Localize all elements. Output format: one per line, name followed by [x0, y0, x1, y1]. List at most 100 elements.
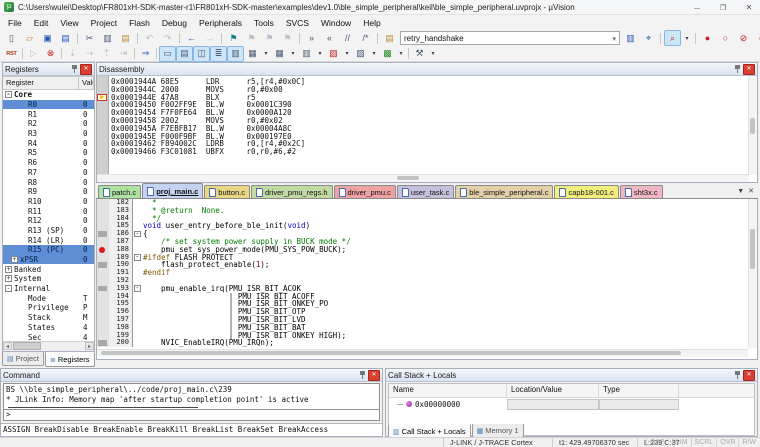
code-text[interactable]: #ifdef FLASH_PROTECT	[143, 254, 757, 262]
register-row[interactable]: R6 0	[3, 158, 94, 168]
menu-svcs[interactable]: SVCS	[280, 17, 315, 29]
breakpoint-margin[interactable]	[97, 324, 109, 332]
find-in-files-button[interactable]: ▤	[381, 30, 398, 46]
editor-line[interactable]: 192	[97, 277, 757, 285]
analysis-window-button[interactable]: ▧	[325, 46, 342, 62]
pin-icon[interactable]	[734, 65, 741, 73]
copy-button[interactable]: ▥	[99, 30, 116, 46]
register-row[interactable]: R5 0	[3, 148, 94, 158]
fold-marker-icon[interactable]	[133, 293, 143, 301]
fold-marker-icon[interactable]	[133, 277, 143, 285]
menu-help[interactable]: Help	[357, 17, 386, 29]
paste-button[interactable]: ▤	[117, 30, 134, 46]
insert-breakpoint-button[interactable]: ●	[699, 30, 716, 46]
pin-icon[interactable]	[734, 371, 741, 379]
editor-line[interactable]: 185 void user_entry_before_ble_init(void…	[97, 222, 757, 230]
kill-breakpoints-button[interactable]: ⊘	[735, 30, 752, 46]
register-row[interactable]: R11 0	[3, 206, 94, 216]
register-row[interactable]: Privilege P	[3, 303, 94, 313]
comment-button[interactable]: //	[339, 30, 356, 46]
close-file-icon[interactable]: ✕	[748, 187, 754, 195]
command-input[interactable]: >	[3, 410, 380, 421]
binoculars-find-button[interactable]: ⌖	[640, 30, 657, 46]
step-out-button[interactable]: ⇡	[98, 46, 115, 62]
scroll-right-icon[interactable]: ▸	[85, 342, 94, 350]
prev-bookmark-button[interactable]: ⚑	[243, 30, 260, 46]
register-row[interactable]: R13 (SP) 0	[3, 226, 94, 236]
tab-driver-pmu-c[interactable]: driver_pmu.c	[334, 185, 396, 198]
register-row[interactable]: Stack M	[3, 313, 94, 323]
column-header-name[interactable]: Name	[389, 384, 507, 397]
code-text[interactable]: | PMU_ISR_BIT_ONKEY_PO	[143, 300, 757, 308]
code-text[interactable]: *	[143, 199, 757, 207]
code-text[interactable]: */	[143, 215, 757, 223]
fold-marker-icon[interactable]	[133, 300, 143, 308]
code-text[interactable]: NVIC_EnableIRQ(PMU_IRQn);	[143, 339, 757, 347]
register-row[interactable]: R1 0	[3, 109, 94, 119]
fold-marker-icon[interactable]	[133, 316, 143, 324]
disable-breakpoints-button[interactable]: ●	[753, 30, 760, 46]
breakpoint-margin[interactable]	[97, 230, 109, 238]
system-viewer-button[interactable]: ▩	[379, 46, 396, 62]
reset-button[interactable]: RST	[3, 46, 20, 62]
fold-marker-icon[interactable]	[133, 207, 143, 215]
save-all-button[interactable]: ▤	[57, 30, 74, 46]
fold-marker-icon[interactable]	[133, 254, 143, 262]
disassembly-line[interactable]: 0x00019466 F3C01081 UBFX r0,r0,#6,#2	[111, 148, 748, 156]
editor-line[interactable]: 194 | PMU_ISR_BIT_ACOFF	[97, 293, 757, 301]
search-button[interactable]: ▥	[622, 30, 639, 46]
trace-dropdown[interactable]: ▾	[369, 46, 379, 62]
fold-marker-icon[interactable]	[133, 324, 143, 332]
code-text[interactable]: /* set system power supply in BUCK mode …	[143, 238, 757, 246]
close-icon[interactable]	[743, 370, 755, 381]
editor-line[interactable]: 196 | PMU_ISR_BIT_OTP	[97, 308, 757, 316]
undo-button[interactable]: ↶	[141, 30, 158, 46]
watch-window-button[interactable]: ▦	[244, 46, 261, 62]
column-header-value[interactable]: Value	[79, 77, 94, 89]
register-row[interactable]: R8 0	[3, 177, 94, 187]
editor-line[interactable]: 182 *	[97, 199, 757, 207]
breakpoint-margin[interactable]	[97, 199, 109, 207]
navigate-back-button[interactable]: ←	[183, 30, 200, 46]
registers-window-button[interactable]: ≣	[210, 46, 227, 62]
register-row[interactable]: R4 0	[3, 138, 94, 148]
chevron-down-icon[interactable]	[612, 34, 616, 43]
run-button[interactable]: ▷	[25, 46, 42, 62]
menu-tools[interactable]: Tools	[248, 17, 280, 29]
fold-marker-icon[interactable]	[133, 238, 143, 246]
register-row[interactable]: R14 (LR) 0	[3, 235, 94, 245]
register-row[interactable]: Mode T	[3, 293, 94, 303]
breakpoint-margin[interactable]	[97, 238, 109, 246]
disassembly-margin[interactable]	[97, 76, 109, 175]
toolbox-button[interactable]: ⚒	[411, 46, 428, 62]
redo-button[interactable]: ↷	[159, 30, 176, 46]
register-row[interactable]: R10 0	[3, 197, 94, 207]
tree-expander-icon[interactable]: -	[5, 91, 12, 98]
register-row[interactable]: R9 0	[3, 187, 94, 197]
maximize-button[interactable]	[712, 3, 734, 12]
enable-disable-breakpoint-button[interactable]: ○	[717, 30, 734, 46]
code-text[interactable]: #endif	[143, 269, 757, 277]
editor-line[interactable]: 186 {	[97, 230, 757, 238]
register-row[interactable]: + Banked	[3, 264, 94, 274]
tree-expander-icon[interactable]: +	[5, 275, 12, 282]
minimize-button[interactable]	[686, 3, 708, 12]
callstack-row[interactable]: 0x00000000	[389, 398, 754, 410]
breakpoint-margin[interactable]	[97, 246, 109, 254]
scroll-left-icon[interactable]: ◂	[3, 342, 12, 350]
tab-project[interactable]: ▤ Project	[2, 352, 44, 366]
editor-line[interactable]: 187 /* set system power supply in BUCK m…	[97, 238, 757, 246]
close-button[interactable]	[738, 3, 760, 12]
breakpoint-margin[interactable]	[97, 332, 109, 340]
code-text[interactable]: pmu_enable_irq(PMU_ISR_BIT_ACOK	[143, 285, 757, 293]
callstack-window-button[interactable]: ▥	[227, 46, 244, 62]
show-next-statement-button[interactable]: ⇒	[137, 46, 154, 62]
fold-marker-icon[interactable]	[133, 230, 143, 238]
fold-marker-icon[interactable]	[133, 246, 143, 254]
menu-project[interactable]: Project	[85, 17, 123, 29]
code-text[interactable]	[143, 277, 757, 285]
symbol-window-button[interactable]: ◫	[193, 46, 210, 62]
menu-edit[interactable]: Edit	[28, 17, 55, 29]
save-button[interactable]: ▣	[39, 30, 56, 46]
sysview-dropdown[interactable]: ▾	[396, 46, 406, 62]
